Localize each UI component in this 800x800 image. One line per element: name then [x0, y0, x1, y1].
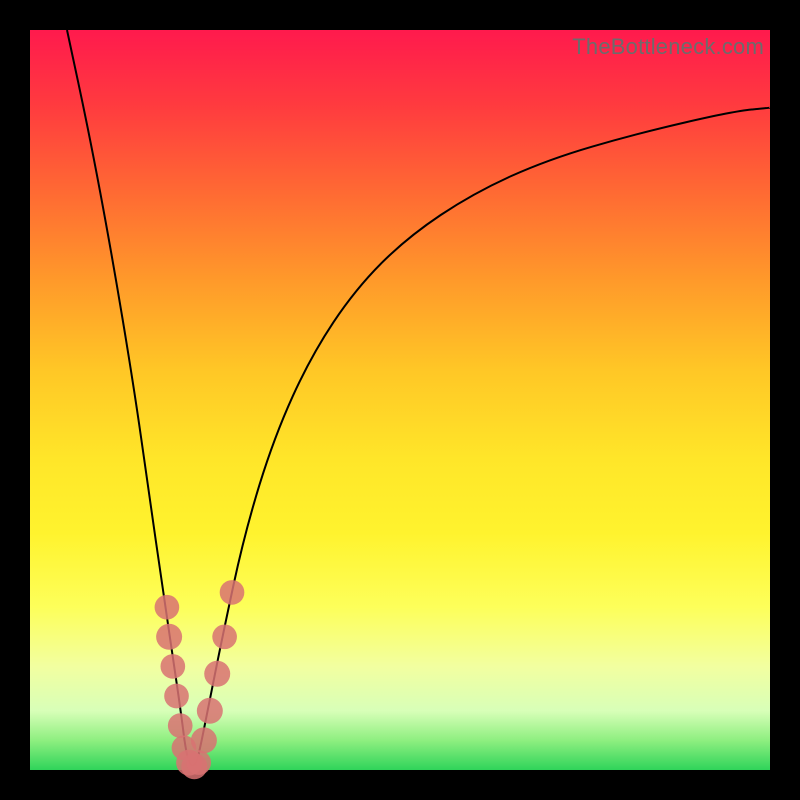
marker-dot	[155, 595, 180, 620]
plot-area: TheBottleneck.com	[30, 30, 770, 770]
marker-dot	[191, 727, 217, 753]
chart-frame: TheBottleneck.com	[0, 0, 800, 800]
marker-dot	[164, 684, 189, 709]
marker-dot	[212, 624, 237, 649]
marker-dot	[186, 750, 211, 775]
marker-dot	[156, 624, 182, 650]
marker-dot	[197, 698, 223, 724]
curve-canvas	[30, 30, 770, 770]
marker-group	[155, 580, 245, 779]
marker-dot	[168, 713, 193, 738]
marker-dot	[220, 580, 245, 605]
marker-dot	[204, 661, 230, 687]
marker-dot	[160, 654, 185, 679]
